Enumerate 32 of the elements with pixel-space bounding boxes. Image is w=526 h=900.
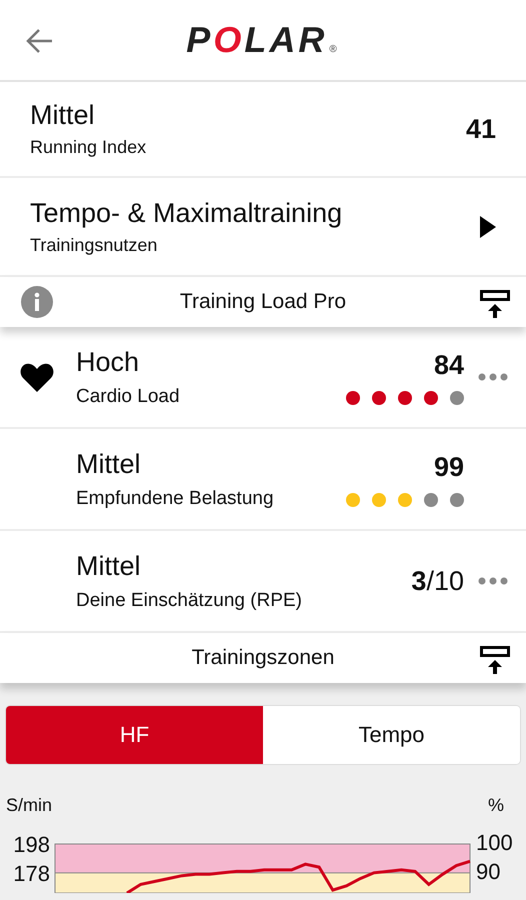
axis-unit-label: % xyxy=(488,795,504,815)
heart-icon xyxy=(20,362,54,392)
row-title: Tempo- & Maximaltraining xyxy=(30,198,344,228)
row-title: Mittel xyxy=(30,100,96,131)
more-icon[interactable] xyxy=(478,577,508,585)
load-value: 99 xyxy=(434,452,464,482)
percent-tick-label: 100 xyxy=(476,830,513,856)
collapse-icon[interactable] xyxy=(480,646,510,674)
axis-tick-label: 198 xyxy=(13,832,50,857)
row-subtitle: Trainingsnutzen xyxy=(30,234,158,256)
load-level: Mittel xyxy=(76,550,142,582)
row-value: 41 xyxy=(466,114,496,144)
zone-tab[interactable]: HF xyxy=(6,706,263,764)
summary-row[interactable]: Tempo- & Maximaltraining Trainingsnutzen xyxy=(0,178,526,277)
more-icon[interactable] xyxy=(478,373,508,381)
load-label: Deine Einschätzung (RPE) xyxy=(76,590,303,612)
load-value: 3/10 xyxy=(411,566,464,596)
load-level: Hoch xyxy=(76,346,140,378)
info-icon[interactable] xyxy=(21,286,53,318)
load-value: 84 xyxy=(434,350,464,380)
brand-logo: POLAR® xyxy=(186,19,340,61)
percent-tick-label: 90 xyxy=(476,859,502,885)
axis-unit-label: S/min xyxy=(6,795,52,815)
load-label: Empfundene Belastung xyxy=(76,488,275,510)
collapse-icon[interactable] xyxy=(480,290,510,318)
load-level: Mittel xyxy=(76,448,142,480)
row-subtitle: Running Index xyxy=(30,137,148,158)
axis-tick-label: 178 xyxy=(13,860,50,886)
section-title: Training Load Pro xyxy=(180,290,346,314)
load-label: Cardio Load xyxy=(76,386,181,408)
section-title: Trainingszonen xyxy=(192,646,334,670)
back-arrow-icon[interactable] xyxy=(26,28,54,54)
